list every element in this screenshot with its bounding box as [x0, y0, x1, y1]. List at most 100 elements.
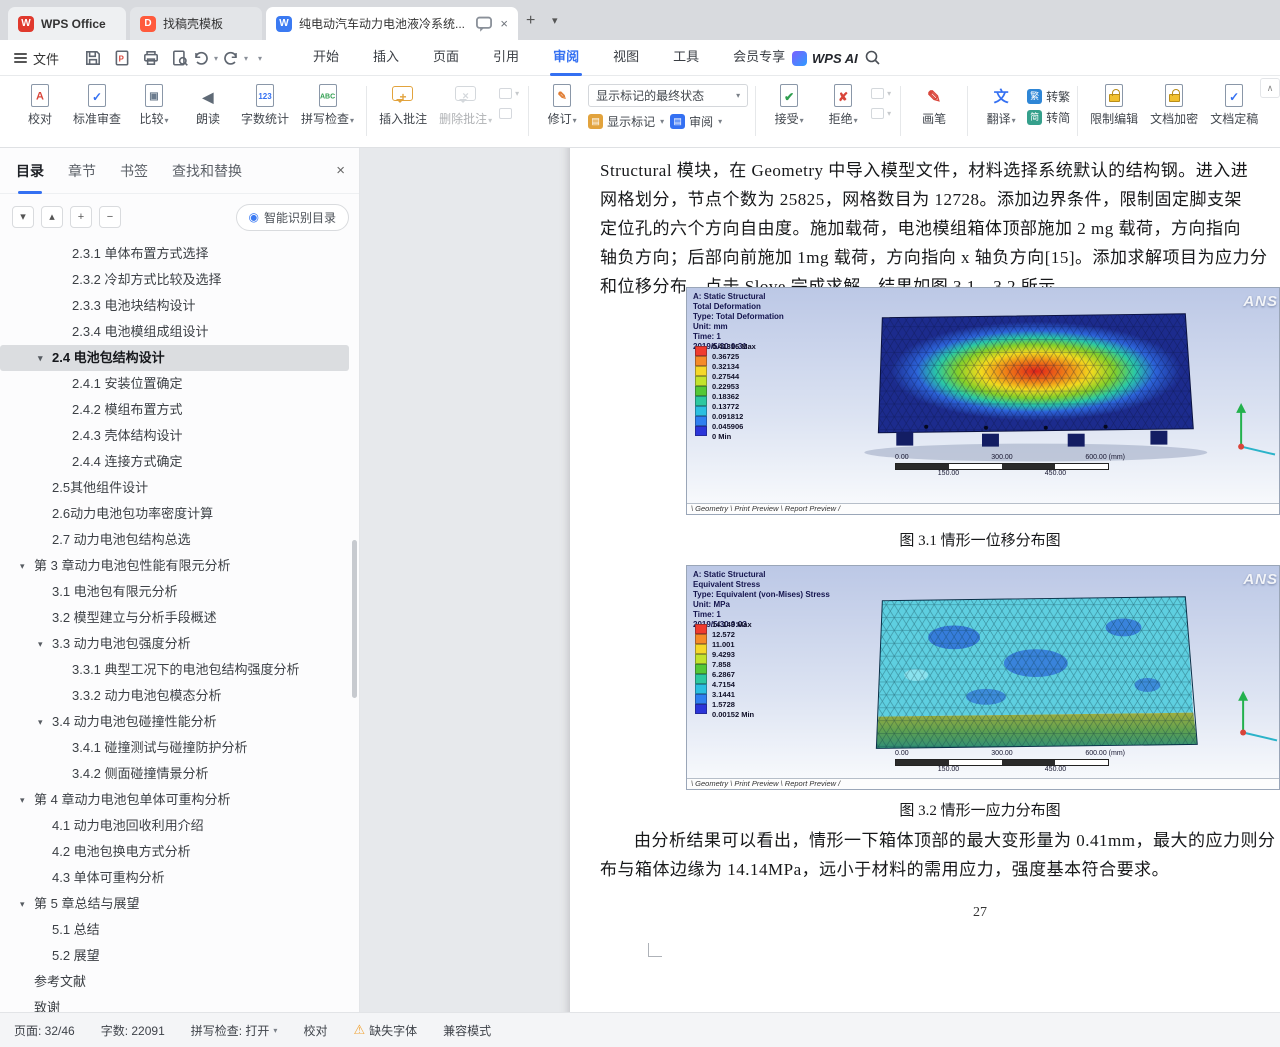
encrypt-button[interactable]: 文档加密: [1145, 76, 1203, 127]
toc-item[interactable]: 5.2 展望: [0, 943, 351, 969]
menu-tab-3[interactable]: 页面: [416, 40, 476, 76]
toc-item[interactable]: 2.3.1 单体布置方式选择: [0, 241, 351, 267]
accept-button[interactable]: ✔ 接受▾: [763, 76, 815, 128]
undo-icon[interactable]: [192, 49, 210, 67]
search-icon[interactable]: [864, 49, 881, 66]
sidebar-tab-1[interactable]: 目录: [16, 157, 44, 194]
caret-down-icon[interactable]: ▾: [20, 891, 25, 917]
toc-item[interactable]: ▾ 3.3 动力电池包强度分析: [0, 631, 351, 657]
previous-comment-button[interactable]: ▾: [499, 88, 519, 99]
close-sidebar-icon[interactable]: ×: [336, 162, 345, 179]
demote-button[interactable]: −: [99, 206, 121, 228]
translate-button[interactable]: 文翻译▾: [975, 76, 1027, 128]
sidebar-tab-2[interactable]: 章节: [68, 157, 96, 185]
compatibility-mode-indicator[interactable]: 兼容模式: [443, 1022, 491, 1039]
print-icon[interactable]: [142, 49, 160, 67]
caret-down-icon[interactable]: ▾: [20, 553, 25, 579]
show-markup-button[interactable]: ▤ 显示标记 ▾: [588, 113, 664, 130]
reject-button[interactable]: ✘ 拒绝▾: [817, 76, 869, 128]
toc-item[interactable]: 4.1 动力电池回收利用介绍: [0, 813, 351, 839]
toc-item[interactable]: 2.3.2 冷却方式比较及选择: [0, 267, 351, 293]
track-changes-button[interactable]: ✎ 修订▾: [536, 76, 588, 128]
menu-tab-8[interactable]: 会员专享: [716, 40, 802, 76]
toc-item[interactable]: ▾ 第 5 章总结与展望: [0, 891, 351, 917]
review-pane-button[interactable]: ▤ 审阅 ▾: [670, 113, 722, 130]
menu-tab-7[interactable]: 工具: [656, 40, 716, 76]
next-comment-button[interactable]: [499, 108, 519, 119]
tab-list-chevron-icon[interactable]: ▾: [552, 14, 558, 27]
export-pdf-icon[interactable]: P: [113, 49, 131, 67]
toc-item[interactable]: 3.3.1 典型工况下的电池包结构强度分析: [0, 657, 351, 683]
toc-item[interactable]: 3.2 模型建立与分析手段概述: [0, 605, 351, 631]
toc-item[interactable]: 2.3.3 电池块结构设计: [0, 293, 351, 319]
proofread-button[interactable]: A 校对: [14, 76, 66, 127]
paragraph-2[interactable]: 由分析结果可以看出，情形一下箱体顶部的最大变形量为 0.41mm，最大的应力则分…: [600, 826, 1280, 884]
text-line[interactable]: 网格划分，节点个数为 25825，网格数目为 12728。添加边界条件，限制固定…: [600, 185, 1280, 214]
read-aloud-button[interactable]: ◀ 朗读: [182, 76, 234, 127]
ansys-view-tabs[interactable]: \ Geometry \ Print Preview \ Report Prev…: [687, 503, 1279, 514]
close-tab-icon[interactable]: ×: [500, 16, 508, 31]
spell-check-button[interactable]: ABC 拼写检查▾: [296, 76, 359, 128]
toc-item[interactable]: ▾ 2.4 电池包结构设计: [0, 345, 349, 371]
redo-icon[interactable]: [222, 49, 240, 67]
fig2[interactable]: A: Static Structural Equivalent Stress Typ…: [686, 565, 1280, 790]
collapse-all-button[interactable]: ▾: [12, 206, 34, 228]
markup-state-select[interactable]: 显示标记的最终状态 ▾: [588, 84, 749, 107]
toc-item[interactable]: 3.4.2 侧面碰撞情景分析: [0, 761, 351, 787]
save-icon[interactable]: [84, 49, 102, 67]
toc-item[interactable]: ▾ 3.4 动力电池包碰撞性能分析: [0, 709, 351, 735]
tab-docer-template[interactable]: D 找稿壳模板: [130, 7, 262, 40]
text-line[interactable]: 布与箱体边缘为 14.14MPa，远小于材料的需用应力，强度基本符合要求。: [600, 855, 1280, 884]
wps-ai-button[interactable]: WPS AI: [792, 40, 858, 76]
toc-item[interactable]: 5.1 总结: [0, 917, 351, 943]
menu-tab-2[interactable]: 插入: [356, 40, 416, 76]
toc-item[interactable]: 2.6动力电池包功率密度计算: [0, 501, 351, 527]
text-line[interactable]: 由分析结果可以看出，情形一下箱体顶部的最大变形量为 0.41mm，最大的应力则分: [600, 826, 1280, 855]
previous-change-button[interactable]: ▾: [871, 88, 891, 99]
finalize-button[interactable]: ✓ 文档定稿: [1205, 76, 1263, 127]
toc-item[interactable]: 3.4.1 碰撞测试与碰撞防护分析: [0, 735, 351, 761]
proofread-status-button[interactable]: 校对: [303, 1022, 327, 1039]
new-tab-icon[interactable]: +: [526, 12, 535, 30]
ribbon-collapse-chevron-icon[interactable]: ∧: [1260, 78, 1280, 98]
missing-font-button[interactable]: ⚠ 缺失字体: [353, 1022, 417, 1039]
restrict-edit-button[interactable]: 限制编辑: [1085, 76, 1143, 127]
toc-item[interactable]: 2.4.1 安装位置确定: [0, 371, 351, 397]
sidebar-tab-3[interactable]: 书签: [120, 157, 148, 185]
toc-item[interactable]: ▾ 第 4 章动力电池包单体可重构分析: [0, 787, 351, 813]
caret-down-icon[interactable]: ▾: [38, 631, 43, 657]
customize-toolbar-chevron-icon[interactable]: ▾: [258, 54, 262, 63]
promote-button[interactable]: +: [70, 206, 92, 228]
caret-down-icon[interactable]: ▾: [38, 345, 43, 371]
caret-down-icon[interactable]: ▾: [20, 787, 25, 813]
toc-item[interactable]: 2.7 动力电池包结构总选: [0, 527, 351, 553]
to-traditional-button[interactable]: 繁转繁: [1027, 88, 1070, 105]
insert-comment-button[interactable]: + 插入批注: [374, 76, 432, 127]
toc-item[interactable]: 3.3.2 动力电池包模态分析: [0, 683, 351, 709]
standard-check-button[interactable]: ✓ 标准审查: [68, 76, 126, 127]
tab-active-document[interactable]: W 纯电动汽车动力电池液冷系统... ×: [266, 7, 518, 40]
menu-tab-6[interactable]: 视图: [596, 40, 656, 76]
text-line[interactable]: 轴负方向；后部向前施加 1mg 载荷，方向指向 x 轴负方向[15]。添加求解项…: [600, 243, 1280, 272]
menu-tab-1[interactable]: 开始: [296, 40, 356, 76]
toc-item[interactable]: 致谢: [0, 995, 351, 1012]
smart-toc-button[interactable]: ◉ 智能识别目录: [235, 203, 349, 231]
delete-comment-button[interactable]: × 删除批注▾: [434, 76, 497, 128]
toc-item[interactable]: 2.3.4 电池模组成组设计: [0, 319, 351, 345]
word-count-indicator[interactable]: 字数: 22091: [101, 1022, 165, 1039]
print-preview-icon[interactable]: [171, 49, 189, 67]
sidebar-scrollbar[interactable]: [352, 540, 357, 698]
paragraph-1[interactable]: Structural 模块，在 Geometry 中导入模型文件，材料选择系统默…: [600, 156, 1280, 301]
toc-item[interactable]: ▾ 第 3 章动力电池包性能有限元分析: [0, 553, 351, 579]
sidebar-tab-4[interactable]: 查找和替换: [172, 157, 242, 185]
toc-item[interactable]: 2.4.4 连接方式确定: [0, 449, 351, 475]
redo-chevron-icon[interactable]: ▾: [244, 54, 248, 63]
fig1[interactable]: A: Static Structural Total Deformation Typ…: [686, 287, 1280, 515]
expand-all-button[interactable]: ▴: [41, 206, 63, 228]
toc-item[interactable]: 参考文献: [0, 969, 351, 995]
caret-down-icon[interactable]: ▾: [38, 709, 43, 735]
menu-tab-5[interactable]: 审阅: [536, 40, 596, 76]
tab-wps-home[interactable]: W WPS Office: [8, 7, 126, 40]
next-change-button[interactable]: ▾: [871, 108, 891, 119]
compare-button[interactable]: ▣ 比较▾: [128, 76, 180, 128]
